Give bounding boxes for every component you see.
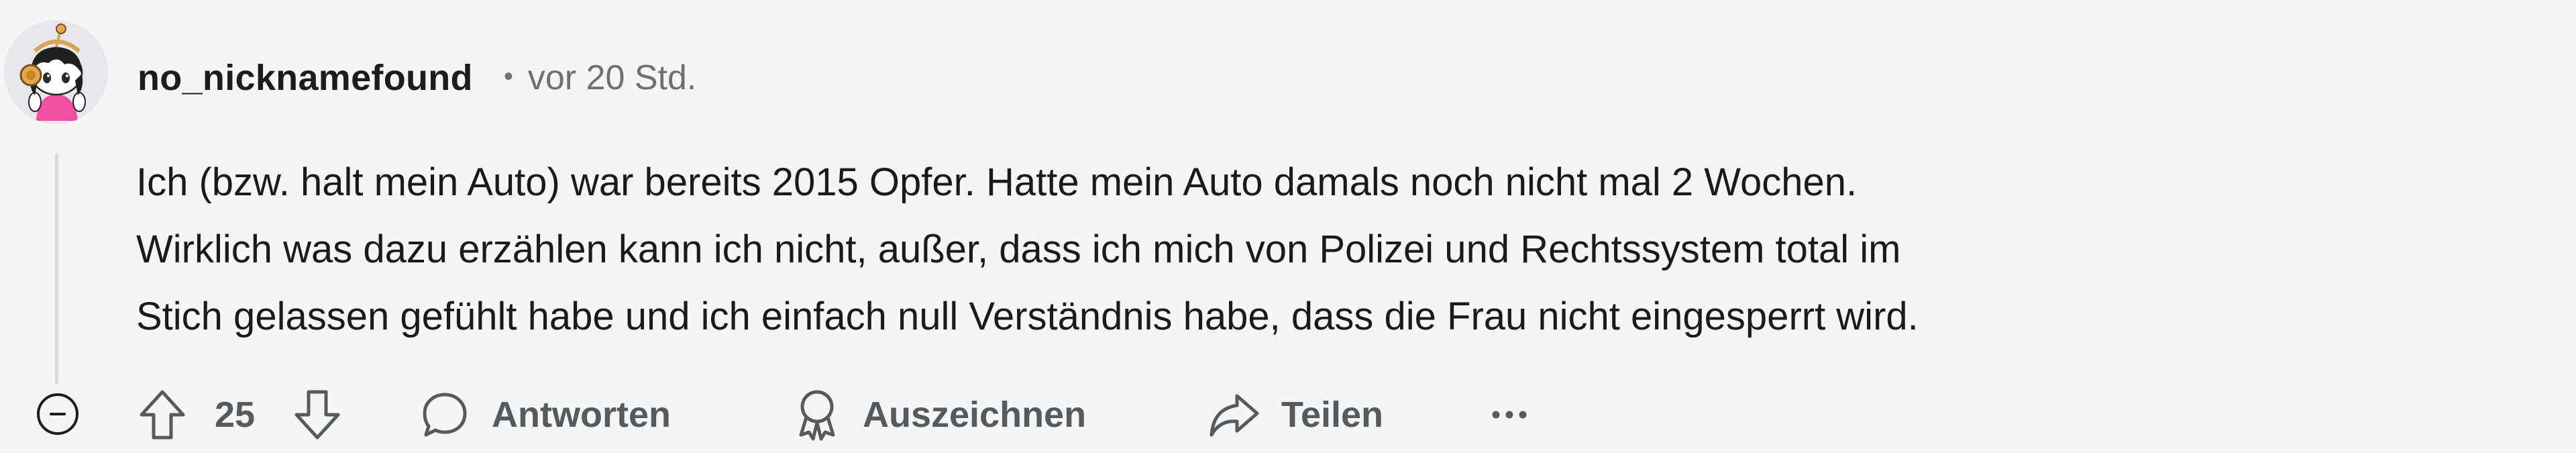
award-label: Auszeichnen xyxy=(863,395,1087,435)
arrow-up-icon xyxy=(140,390,185,440)
minus-circle-icon xyxy=(50,413,66,415)
comment-body-line: Stich gelassen gefühlt habe und ich einf… xyxy=(136,295,1919,338)
comment-header: no_nicknamefound • vor 20 Std. xyxy=(138,56,696,100)
vote-count: 25 xyxy=(215,395,256,435)
reply-button[interactable]: Antworten xyxy=(419,381,671,448)
award-button[interactable]: Auszeichnen xyxy=(792,381,1086,448)
share-label: Teilen xyxy=(1281,395,1384,435)
share-button[interactable]: Teilen xyxy=(1208,381,1383,448)
comment-body-line: Ich (bzw. halt mein Auto) war bereits 20… xyxy=(136,160,1858,204)
snoo-avatar-icon xyxy=(4,20,108,124)
collapse-thread-button[interactable] xyxy=(37,393,78,435)
share-arrow-icon xyxy=(1210,394,1259,437)
reply-label: Antworten xyxy=(492,395,671,435)
upvote-button[interactable] xyxy=(138,381,187,448)
comment-body: Ich (bzw. halt mein Auto) war bereits 20… xyxy=(136,149,2417,350)
arrow-down-icon xyxy=(294,390,340,440)
downvote-button[interactable] xyxy=(292,381,342,448)
username-link[interactable]: no_nicknamefound xyxy=(138,57,473,99)
thread-line[interactable] xyxy=(55,153,58,385)
award-icon xyxy=(799,390,835,441)
meta-separator: • xyxy=(503,61,513,91)
more-options-button[interactable] xyxy=(1489,381,1529,448)
ellipsis-icon xyxy=(1492,411,1527,419)
vote-score: 25 xyxy=(215,381,255,448)
timestamp[interactable]: vor 20 Std. xyxy=(528,58,696,98)
speech-bubble-icon xyxy=(423,393,467,437)
comment-body-line: Wirklich was dazu erzählen kann ich nich… xyxy=(136,228,1901,271)
comment-action-bar: 25 Antworten Auszeichnen Teilen xyxy=(0,381,2576,453)
avatar[interactable] xyxy=(4,20,108,124)
